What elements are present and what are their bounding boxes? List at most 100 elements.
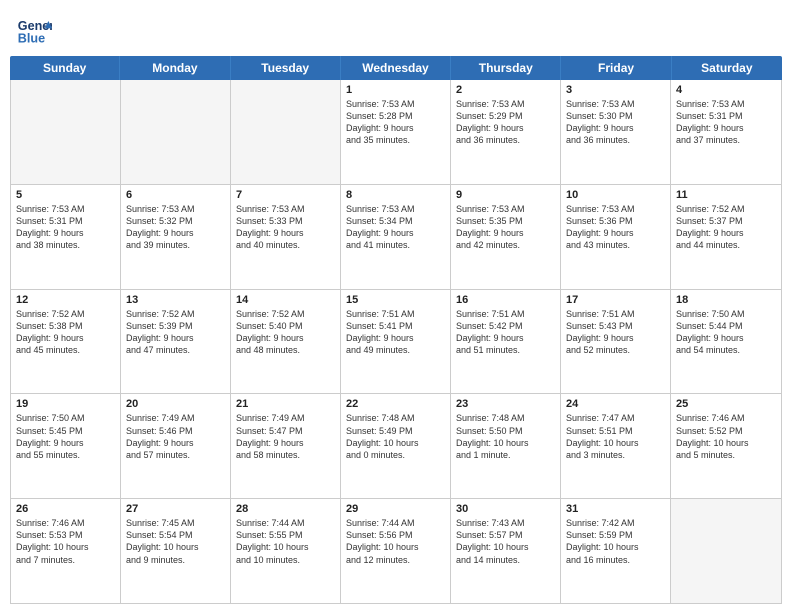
cell-info: Sunrise: 7:46 AM Sunset: 5:53 PM Dayligh… <box>16 517 115 566</box>
day-number: 4 <box>676 84 776 96</box>
calendar-cell-1-2: 7 Sunrise: 7:53 AM Sunset: 5:33 PM Daylig… <box>231 185 341 289</box>
cell-info: Sunrise: 7:50 AM Sunset: 5:45 PM Dayligh… <box>16 412 115 461</box>
calendar-cell-1-0: 5 Sunrise: 7:53 AM Sunset: 5:31 PM Daylig… <box>11 185 121 289</box>
cell-info: Sunrise: 7:51 AM Sunset: 5:41 PM Dayligh… <box>346 308 445 357</box>
cell-info: Sunrise: 7:52 AM Sunset: 5:40 PM Dayligh… <box>236 308 335 357</box>
day-number: 13 <box>126 294 225 306</box>
cell-info: Sunrise: 7:47 AM Sunset: 5:51 PM Dayligh… <box>566 412 665 461</box>
cell-info: Sunrise: 7:53 AM Sunset: 5:31 PM Dayligh… <box>676 98 776 147</box>
cell-info: Sunrise: 7:53 AM Sunset: 5:34 PM Dayligh… <box>346 203 445 252</box>
day-number: 21 <box>236 398 335 410</box>
day-number: 26 <box>16 503 115 515</box>
calendar-cell-3-4: 23Sunrise: 7:48 AM Sunset: 5:50 PM Dayli… <box>451 394 561 498</box>
calendar-cell-2-6: 18Sunrise: 7:50 AM Sunset: 5:44 PM Dayli… <box>671 290 781 394</box>
weekday-header-sunday: Sunday <box>10 56 120 80</box>
calendar-cell-0-4: 2Sunrise: 7:53 AM Sunset: 5:29 PM Daylig… <box>451 80 561 184</box>
cell-info: Sunrise: 7:51 AM Sunset: 5:43 PM Dayligh… <box>566 308 665 357</box>
day-number: 30 <box>456 503 555 515</box>
cell-info: Sunrise: 7:43 AM Sunset: 5:57 PM Dayligh… <box>456 517 555 566</box>
calendar-row-4: 26 Sunrise: 7:46 AM Sunset: 5:53 PM Dayli… <box>11 499 781 603</box>
cell-info: Sunrise: 7:53 AM Sunset: 5:32 PM Dayligh… <box>126 203 225 252</box>
day-number: 28 <box>236 503 335 515</box>
calendar-cell-0-1 <box>121 80 231 184</box>
calendar-cell-1-5: 10 Sunrise: 7:53 AM Sunset: 5:36 PM Dayli… <box>561 185 671 289</box>
calendar-cell-1-3: 8 Sunrise: 7:53 AM Sunset: 5:34 PM Daylig… <box>341 185 451 289</box>
calendar-cell-3-2: 21 Sunrise: 7:49 AM Sunset: 5:47 PM Dayli… <box>231 394 341 498</box>
header: General Blue <box>0 0 792 56</box>
day-number: 19 <box>16 398 115 410</box>
calendar-cell-4-1: 27 Sunrise: 7:45 AM Sunset: 5:54 PM Dayli… <box>121 499 231 603</box>
cell-info: Sunrise: 7:52 AM Sunset: 5:38 PM Dayligh… <box>16 308 115 357</box>
calendar-header: SundayMondayTuesdayWednesdayThursdayFrid… <box>10 56 782 80</box>
day-number: 24 <box>566 398 665 410</box>
day-number: 8 <box>346 189 445 201</box>
calendar-row-2: 12 Sunrise: 7:52 AM Sunset: 5:38 PM Dayli… <box>11 290 781 395</box>
calendar-cell-3-6: 25Sunrise: 7:46 AM Sunset: 5:52 PM Dayli… <box>671 394 781 498</box>
calendar-cell-0-0 <box>11 80 121 184</box>
calendar-cell-0-5: 3Sunrise: 7:53 AM Sunset: 5:30 PM Daylig… <box>561 80 671 184</box>
cell-info: Sunrise: 7:44 AM Sunset: 5:56 PM Dayligh… <box>346 517 445 566</box>
calendar-cell-0-3: 1 Sunrise: 7:53 AM Sunset: 5:28 PM Daylig… <box>341 80 451 184</box>
day-number: 27 <box>126 503 225 515</box>
cell-info: Sunrise: 7:53 AM Sunset: 5:33 PM Dayligh… <box>236 203 335 252</box>
day-number: 10 <box>566 189 665 201</box>
cell-info: Sunrise: 7:44 AM Sunset: 5:55 PM Dayligh… <box>236 517 335 566</box>
weekday-header-thursday: Thursday <box>451 56 561 80</box>
day-number: 6 <box>126 189 225 201</box>
calendar-cell-1-6: 11Sunrise: 7:52 AM Sunset: 5:37 PM Dayli… <box>671 185 781 289</box>
cell-info: Sunrise: 7:53 AM Sunset: 5:30 PM Dayligh… <box>566 98 665 147</box>
calendar-cell-3-3: 22Sunrise: 7:48 AM Sunset: 5:49 PM Dayli… <box>341 394 451 498</box>
calendar-cell-2-0: 12 Sunrise: 7:52 AM Sunset: 5:38 PM Dayli… <box>11 290 121 394</box>
cell-info: Sunrise: 7:53 AM Sunset: 5:31 PM Dayligh… <box>16 203 115 252</box>
calendar-cell-0-2 <box>231 80 341 184</box>
calendar-cell-4-6 <box>671 499 781 603</box>
calendar-cell-3-1: 20 Sunrise: 7:49 AM Sunset: 5:46 PM Dayli… <box>121 394 231 498</box>
day-number: 7 <box>236 189 335 201</box>
cell-info: Sunrise: 7:52 AM Sunset: 5:39 PM Dayligh… <box>126 308 225 357</box>
calendar-row-3: 19 Sunrise: 7:50 AM Sunset: 5:45 PM Dayli… <box>11 394 781 499</box>
calendar-cell-2-3: 15 Sunrise: 7:51 AM Sunset: 5:41 PM Dayli… <box>341 290 451 394</box>
weekday-header-tuesday: Tuesday <box>231 56 341 80</box>
day-number: 9 <box>456 189 555 201</box>
day-number: 25 <box>676 398 776 410</box>
day-number: 15 <box>346 294 445 306</box>
cell-info: Sunrise: 7:45 AM Sunset: 5:54 PM Dayligh… <box>126 517 225 566</box>
cell-info: Sunrise: 7:52 AM Sunset: 5:37 PM Dayligh… <box>676 203 776 252</box>
logo: General Blue <box>16 12 52 48</box>
calendar-cell-4-4: 30 Sunrise: 7:43 AM Sunset: 5:57 PM Dayli… <box>451 499 561 603</box>
calendar: SundayMondayTuesdayWednesdayThursdayFrid… <box>0 56 792 612</box>
logo-icon: General Blue <box>16 12 52 48</box>
cell-info: Sunrise: 7:53 AM Sunset: 5:29 PM Dayligh… <box>456 98 555 147</box>
day-number: 5 <box>16 189 115 201</box>
calendar-row-1: 5 Sunrise: 7:53 AM Sunset: 5:31 PM Daylig… <box>11 185 781 290</box>
calendar-cell-2-2: 14 Sunrise: 7:52 AM Sunset: 5:40 PM Dayli… <box>231 290 341 394</box>
cell-info: Sunrise: 7:53 AM Sunset: 5:35 PM Dayligh… <box>456 203 555 252</box>
cell-info: Sunrise: 7:42 AM Sunset: 5:59 PM Dayligh… <box>566 517 665 566</box>
calendar-cell-0-6: 4 Sunrise: 7:53 AM Sunset: 5:31 PM Daylig… <box>671 80 781 184</box>
day-number: 20 <box>126 398 225 410</box>
weekday-header-monday: Monday <box>120 56 230 80</box>
calendar-cell-1-1: 6 Sunrise: 7:53 AM Sunset: 5:32 PM Daylig… <box>121 185 231 289</box>
cell-info: Sunrise: 7:49 AM Sunset: 5:46 PM Dayligh… <box>126 412 225 461</box>
cell-info: Sunrise: 7:53 AM Sunset: 5:28 PM Dayligh… <box>346 98 445 147</box>
calendar-body: 1 Sunrise: 7:53 AM Sunset: 5:28 PM Daylig… <box>10 80 782 604</box>
calendar-cell-2-1: 13 Sunrise: 7:52 AM Sunset: 5:39 PM Dayli… <box>121 290 231 394</box>
day-number: 29 <box>346 503 445 515</box>
day-number: 18 <box>676 294 776 306</box>
day-number: 23 <box>456 398 555 410</box>
day-number: 17 <box>566 294 665 306</box>
calendar-cell-1-4: 9 Sunrise: 7:53 AM Sunset: 5:35 PM Daylig… <box>451 185 561 289</box>
cell-info: Sunrise: 7:51 AM Sunset: 5:42 PM Dayligh… <box>456 308 555 357</box>
page: General Blue SundayMondayTuesdayWednesda… <box>0 0 792 612</box>
day-number: 1 <box>346 84 445 96</box>
day-number: 12 <box>16 294 115 306</box>
day-number: 22 <box>346 398 445 410</box>
cell-info: Sunrise: 7:49 AM Sunset: 5:47 PM Dayligh… <box>236 412 335 461</box>
day-number: 14 <box>236 294 335 306</box>
calendar-cell-4-3: 29 Sunrise: 7:44 AM Sunset: 5:56 PM Dayli… <box>341 499 451 603</box>
calendar-cell-2-5: 17 Sunrise: 7:51 AM Sunset: 5:43 PM Dayli… <box>561 290 671 394</box>
calendar-cell-3-5: 24 Sunrise: 7:47 AM Sunset: 5:51 PM Dayli… <box>561 394 671 498</box>
calendar-cell-4-0: 26 Sunrise: 7:46 AM Sunset: 5:53 PM Dayli… <box>11 499 121 603</box>
calendar-cell-4-2: 28 Sunrise: 7:44 AM Sunset: 5:55 PM Dayli… <box>231 499 341 603</box>
cell-info: Sunrise: 7:53 AM Sunset: 5:36 PM Dayligh… <box>566 203 665 252</box>
